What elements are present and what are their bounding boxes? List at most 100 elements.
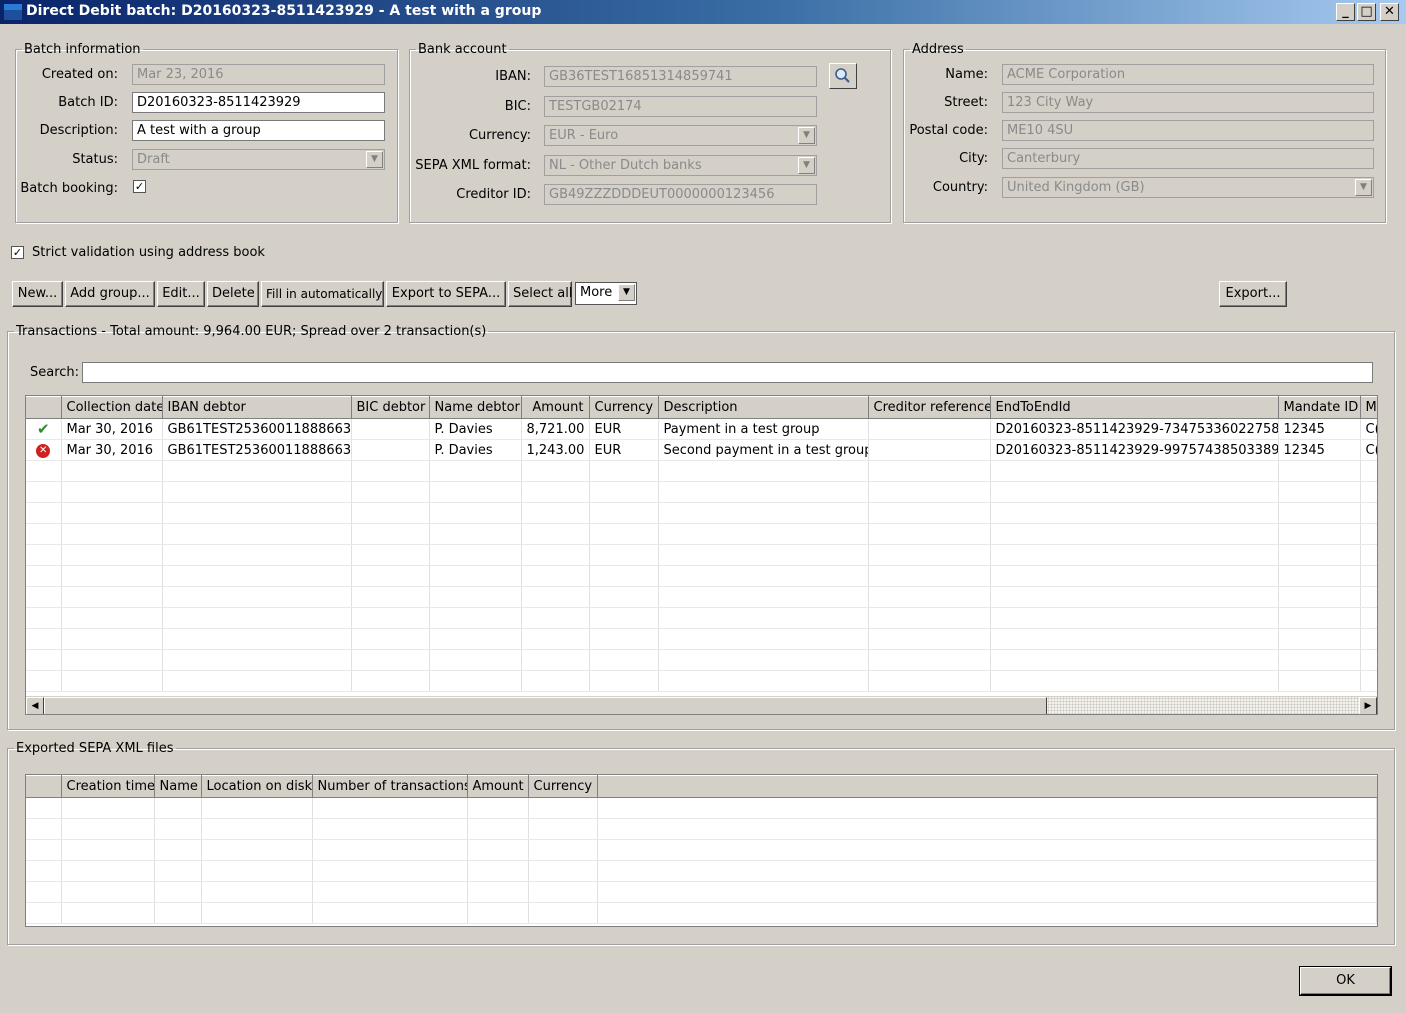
currency-value: EUR - Euro xyxy=(549,128,619,143)
empty-cell xyxy=(990,523,1279,545)
empty-cell xyxy=(162,628,352,650)
empty-cell xyxy=(162,523,352,545)
iban-lookup-button[interactable] xyxy=(829,63,857,89)
m-cell: C( xyxy=(1360,418,1377,440)
empty-cell xyxy=(429,502,522,524)
column-header[interactable] xyxy=(26,775,62,798)
empty-cell xyxy=(467,860,529,882)
export-to-sepa-button[interactable]: Export to SEPA... xyxy=(386,281,506,307)
column-header[interactable]: Currency xyxy=(528,775,598,798)
column-header[interactable]: Location on disk xyxy=(201,775,313,798)
transactions-table[interactable]: Collection date IBAN debtor BIC debtor N… xyxy=(25,395,1378,715)
empty-cell xyxy=(521,502,590,524)
empty-cell xyxy=(868,481,991,503)
empty-cell xyxy=(868,544,991,566)
edit-button[interactable]: Edit... xyxy=(157,281,205,307)
empty-cell xyxy=(658,481,869,503)
empty-cell xyxy=(990,607,1279,629)
search-input[interactable] xyxy=(82,362,1373,383)
column-header[interactable]: Currency xyxy=(589,396,659,419)
column-header[interactable]: Creditor reference xyxy=(868,396,991,419)
sepa-format-select[interactable]: NL - Other Dutch banks ▼ xyxy=(544,155,817,176)
empty-cell xyxy=(1278,565,1361,587)
empty-cell xyxy=(1360,523,1377,545)
column-header[interactable]: Collection date xyxy=(61,396,163,419)
new-button[interactable]: New... xyxy=(12,281,63,307)
currency-select[interactable]: EUR - Euro ▼ xyxy=(544,125,817,146)
empty-cell xyxy=(26,481,62,503)
empty-cell xyxy=(589,649,659,671)
column-header[interactable]: Number of transactions xyxy=(312,775,468,798)
scroll-right-icon[interactable]: ▶ xyxy=(1359,697,1377,714)
empty-cell xyxy=(61,460,163,482)
empty-cell xyxy=(528,902,598,924)
table-row[interactable]: ✔ Mar 30, 2016 GB61TEST25360011888663 P.… xyxy=(26,418,1377,440)
empty-cell xyxy=(528,797,598,819)
empty-cell xyxy=(61,670,163,692)
batch-id-field[interactable]: D20160323-8511423929 xyxy=(132,92,385,113)
delete-button[interactable]: Delete xyxy=(207,281,259,307)
empty-cell xyxy=(26,818,62,840)
add-group-button[interactable]: Add group... xyxy=(65,281,155,307)
maximize-button[interactable]: □ xyxy=(1357,3,1376,21)
description-label: Description: xyxy=(39,123,118,138)
empty-cell xyxy=(589,565,659,587)
iban-label: IBAN: xyxy=(495,69,531,84)
empty-cell xyxy=(868,670,991,692)
empty-cell xyxy=(1360,544,1377,566)
column-header[interactable]: Name debtor xyxy=(429,396,522,419)
column-header[interactable]: EndToEndId xyxy=(990,396,1279,419)
empty-cell xyxy=(61,502,163,524)
empty-row xyxy=(26,839,1377,861)
column-header[interactable]: Mandate ID xyxy=(1278,396,1361,419)
description-field[interactable]: A test with a group xyxy=(132,120,385,141)
column-header[interactable]: Creation time xyxy=(61,775,155,798)
description-cell: Second payment in a test group xyxy=(658,439,869,461)
batch-booking-checkbox[interactable]: ✓ xyxy=(133,180,146,193)
empty-cell xyxy=(1278,586,1361,608)
table-row[interactable]: ✕ Mar 30, 2016 GB61TEST25360011888663 P.… xyxy=(26,439,1377,461)
minimize-button[interactable]: _ xyxy=(1336,3,1355,21)
postal-code-label: Postal code: xyxy=(909,123,988,138)
country-select[interactable]: United Kingdom (GB) ▼ xyxy=(1002,177,1374,198)
scroll-track[interactable] xyxy=(1047,697,1359,714)
close-button[interactable]: ✕ xyxy=(1380,3,1399,21)
ok-button[interactable]: OK xyxy=(1299,966,1392,996)
column-header[interactable]: IBAN debtor xyxy=(162,396,352,419)
status-label: Status: xyxy=(72,152,118,167)
column-header[interactable] xyxy=(26,396,62,419)
more-dropdown[interactable]: More ▼ xyxy=(575,282,637,305)
status-select[interactable]: Draft ▼ xyxy=(132,149,385,170)
scroll-left-icon[interactable]: ◀ xyxy=(26,697,44,714)
bic-label: BIC: xyxy=(504,99,531,114)
empty-cell xyxy=(429,460,522,482)
empty-cell xyxy=(589,586,659,608)
column-header[interactable]: Description xyxy=(658,396,869,419)
empty-cell xyxy=(521,544,590,566)
chevron-down-icon: ▼ xyxy=(798,157,815,174)
empty-cell xyxy=(1360,649,1377,671)
empty-row xyxy=(26,481,1377,503)
column-header[interactable]: M xyxy=(1360,396,1377,419)
column-header[interactable]: Amount xyxy=(467,775,529,798)
empty-cell xyxy=(26,797,62,819)
app-icon xyxy=(4,4,22,20)
empty-cell xyxy=(61,523,163,545)
select-all-button[interactable]: Select all xyxy=(508,281,572,307)
empty-cell xyxy=(312,902,468,924)
horizontal-scrollbar[interactable]: ◀ ▶ xyxy=(26,696,1377,714)
exported-files-table[interactable]: Creation time Name Location on disk Numb… xyxy=(25,774,1378,927)
end-to-end-id-cell: D20160323-8511423929-73475336022758 xyxy=(990,418,1279,440)
empty-row xyxy=(26,565,1377,587)
scroll-thumb[interactable] xyxy=(44,697,1047,714)
country-label: Country: xyxy=(932,180,988,195)
column-header[interactable]: Name xyxy=(154,775,202,798)
column-header[interactable]: Amount xyxy=(521,396,590,419)
fill-automatically-button[interactable]: Fill in automatically xyxy=(261,281,384,307)
export-button[interactable]: Export... xyxy=(1219,281,1287,307)
empty-cell xyxy=(351,544,430,566)
empty-row xyxy=(26,523,1377,545)
strict-validation-checkbox[interactable]: ✓ xyxy=(11,246,24,259)
empty-cell xyxy=(154,902,202,924)
column-header[interactable]: BIC debtor xyxy=(351,396,430,419)
